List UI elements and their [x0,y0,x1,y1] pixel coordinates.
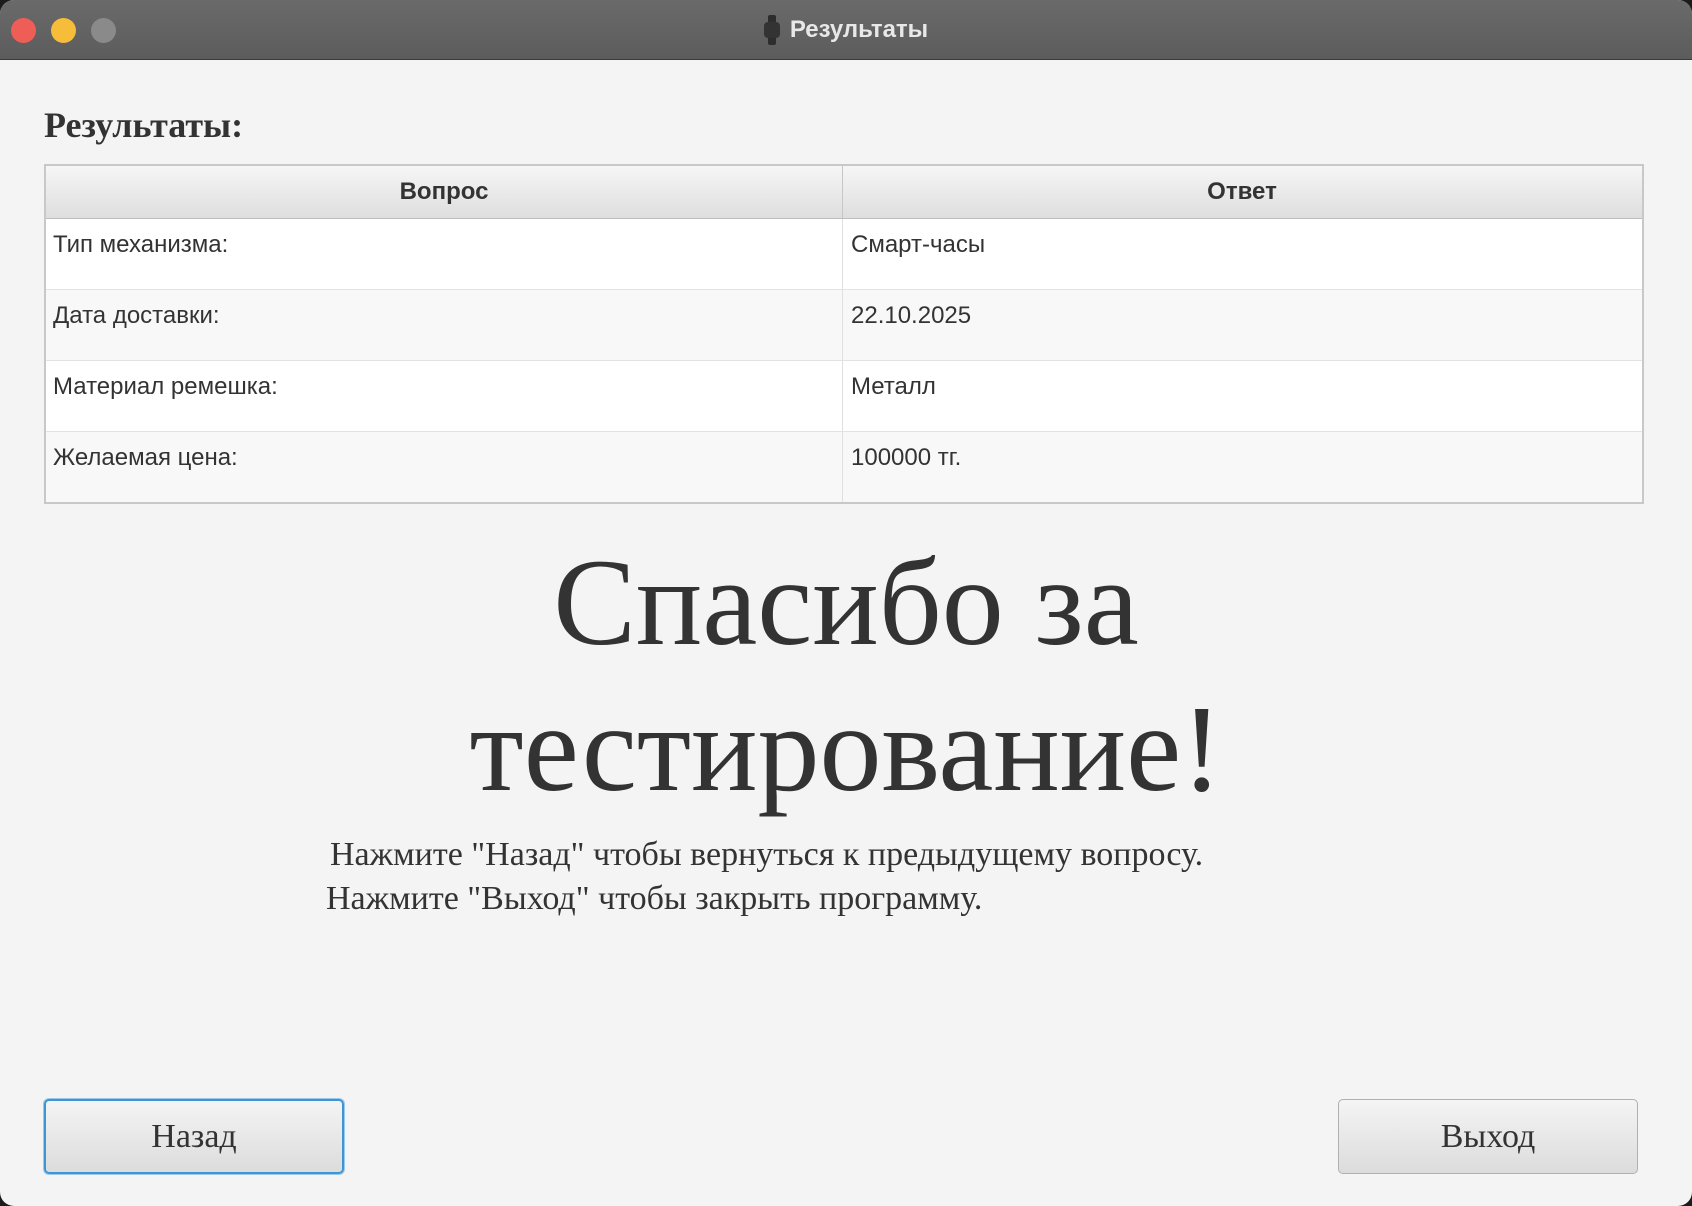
table-header: Вопрос Ответ [46,166,1642,219]
column-header-question[interactable]: Вопрос [46,166,843,218]
title-wrap: Результаты [0,0,1692,59]
cell-question: Материал ремешка: [46,361,843,431]
cell-empty [843,503,1641,504]
thanks-message: Спасибо за тестирование! [300,530,1392,822]
table-row[interactable]: Желаемая цена: 100000 тг. [46,432,1642,502]
table-row[interactable]: Тип механизма: Смарт-часы [46,219,1642,290]
exit-button[interactable]: Выход [1338,1099,1638,1174]
cell-answer: Смарт-часы [851,231,986,258]
table-row[interactable]: Дата доставки: 22.10.2025 [46,290,1642,361]
results-heading: Результаты: [44,105,244,145]
hint-exit: Нажмите "Выход" чтобы закрыть программу. [326,880,983,917]
thanks-line-2: тестирование! [469,680,1223,817]
table-row[interactable]: Материал ремешка: Металл [46,361,1642,432]
cell-answer: 100000 тг. [851,444,962,471]
smartwatch-icon [763,14,780,45]
thanks-line-1: Спасибо за [553,534,1139,671]
results-table[interactable]: Вопрос Ответ Тип механизма: Смарт-часы Д… [44,164,1644,504]
results-window: Результаты Результаты: Вопрос Ответ Тип … [0,0,1692,1206]
hint-back: Нажмите "Назад" чтобы вернуться к предыд… [330,836,1204,873]
back-button[interactable]: Назад [44,1099,344,1174]
cell-question: Дата доставки: [46,290,843,360]
cell-question: Желаемая цена: [46,432,843,502]
column-header-answer[interactable]: Ответ [843,166,1641,218]
table-row-empty [46,503,1642,504]
cell-answer: Металл [851,373,936,400]
cell-question: Тип механизма: [46,219,843,289]
cell-empty [46,503,843,504]
title-bar: Результаты [0,0,1692,60]
window-title: Результаты [789,15,929,43]
cell-answer: 22.10.2025 [851,302,972,329]
